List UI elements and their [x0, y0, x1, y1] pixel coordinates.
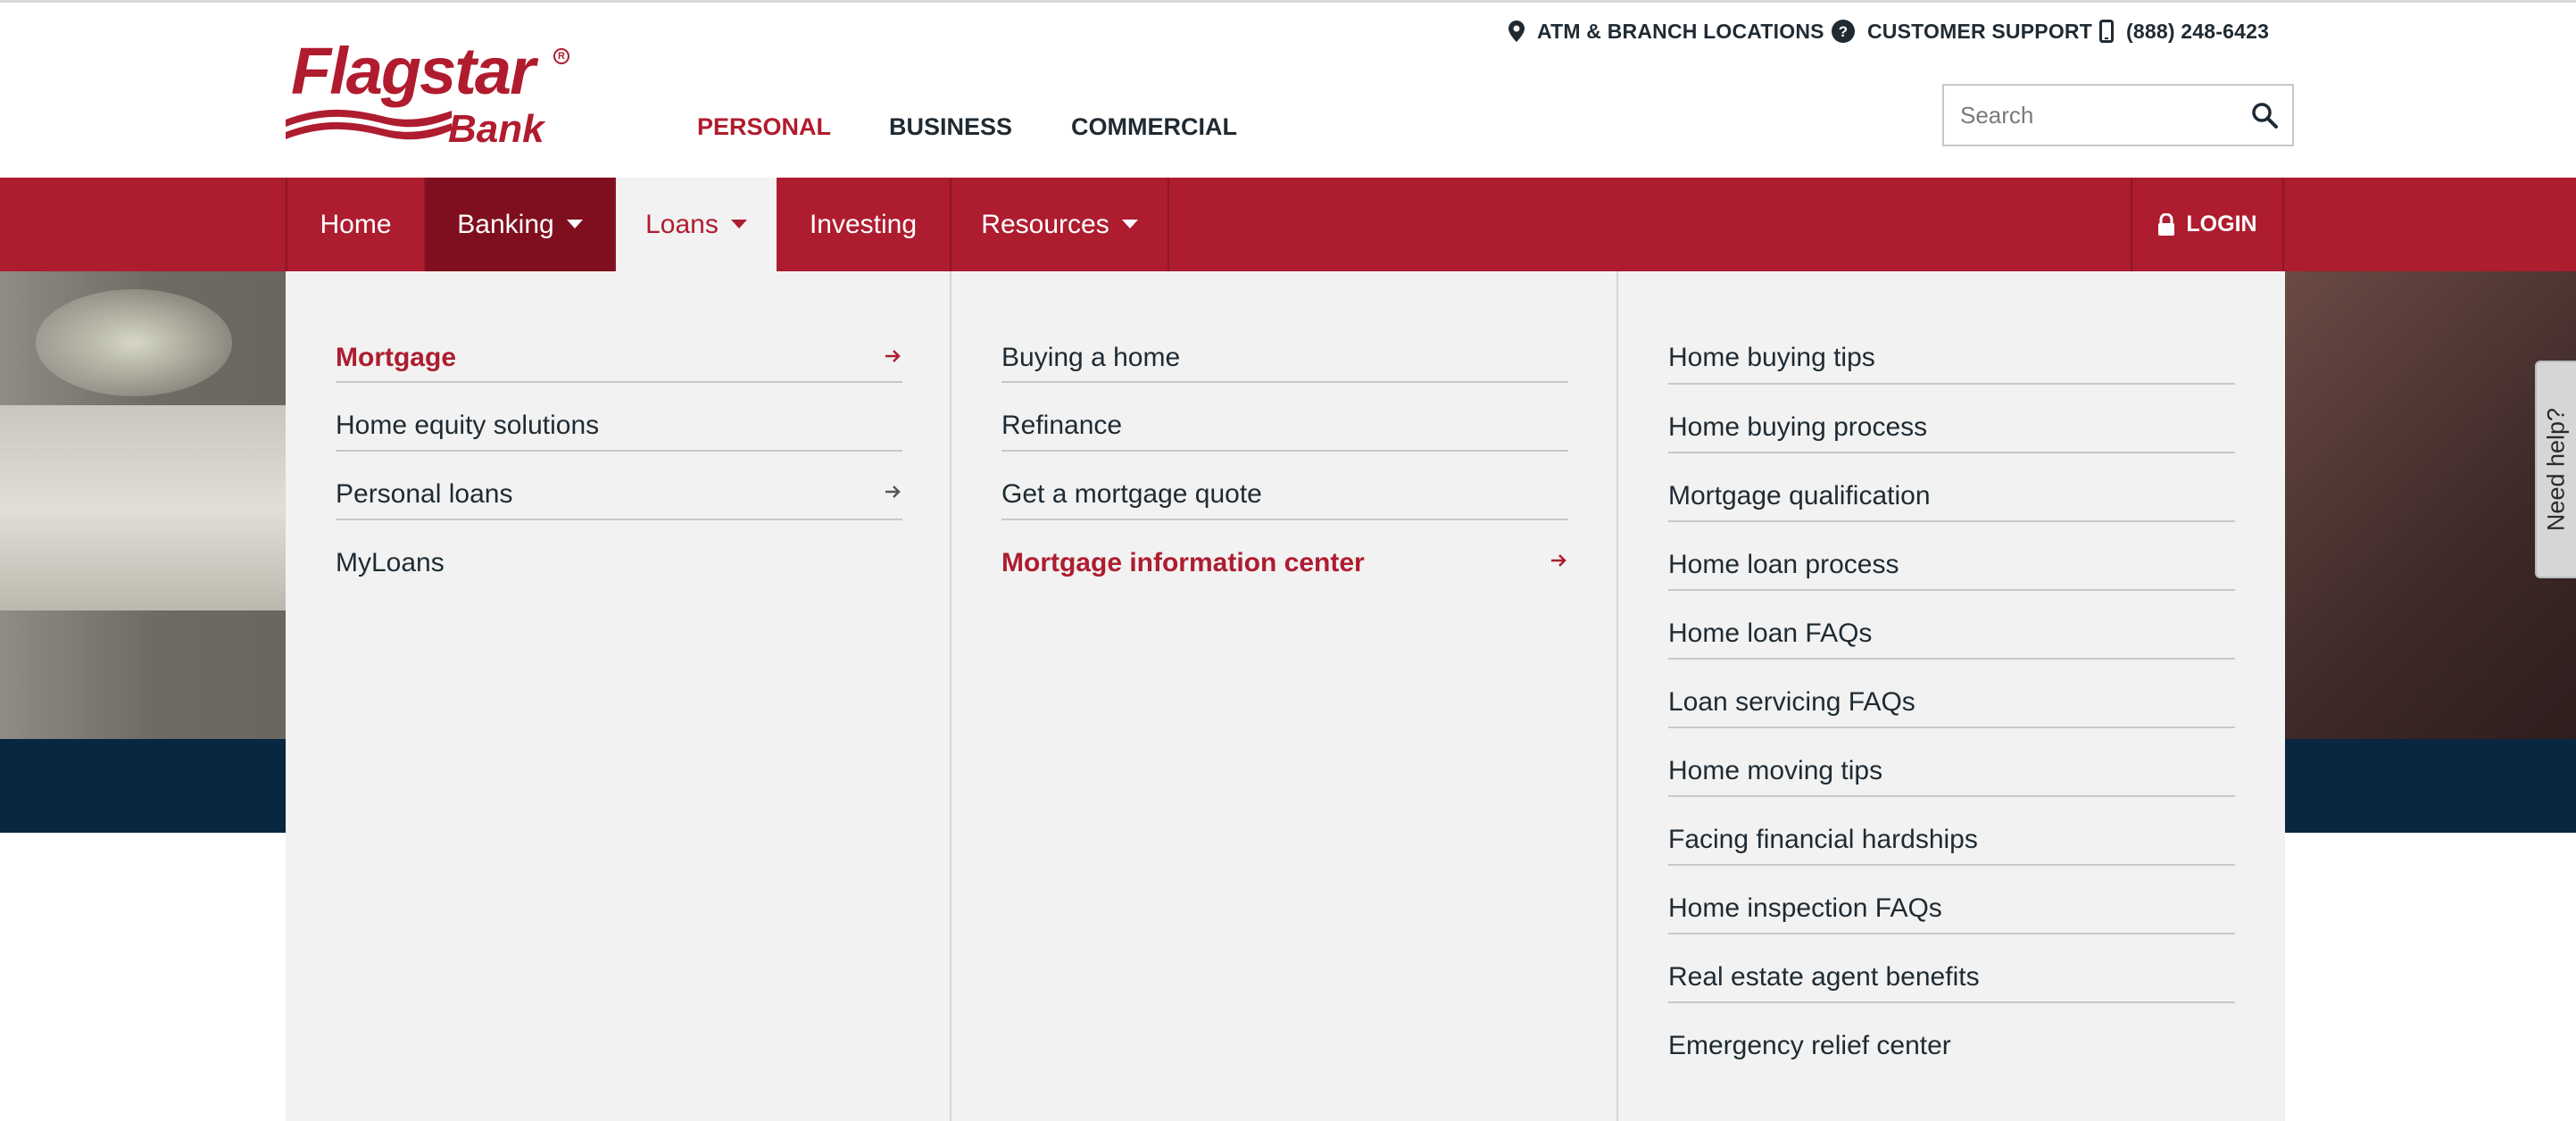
menu-item-home-loan-process[interactable]: Home loan process	[1668, 522, 2235, 591]
segment-personal-link[interactable]: PERSONAL	[697, 109, 831, 145]
arrow-right-icon	[885, 350, 901, 362]
menu-item-emergency-relief[interactable]: Emergency relief center	[1668, 1003, 2235, 1072]
login-label: LOGIN	[2186, 212, 2257, 237]
mobile-phone-icon	[2099, 20, 2114, 43]
hero-blur	[36, 289, 232, 396]
top-rule	[0, 0, 2576, 3]
arrow-right-icon	[1551, 554, 1566, 567]
menu-item-personal-loans[interactable]: Personal loans	[336, 452, 902, 520]
nav-resources[interactable]: Resources	[951, 178, 1169, 271]
menu-item-label: Facing financial hardships	[1668, 825, 1978, 854]
menu-item-label: Home equity solutions	[336, 411, 600, 440]
mega-column-mortgage: Buying a home Refinance Get a mortgage q…	[951, 271, 1618, 1121]
menu-item-label: Loan servicing FAQs	[1668, 687, 1915, 717]
mega-column-info-center: Home buying tips Home buying process Mor…	[1618, 271, 2285, 1121]
logo-bank-text: Bank	[448, 107, 544, 151]
caret-down-icon	[566, 220, 583, 229]
menu-item-myloans[interactable]: MyLoans	[336, 520, 902, 589]
menu-item-label: Home buying process	[1668, 412, 1928, 442]
logo-wordmark: Flagstar	[291, 34, 536, 108]
menu-item-label: Get a mortgage quote	[1001, 479, 1262, 509]
menu-item-refinance[interactable]: Refinance	[1001, 383, 1568, 452]
map-pin-icon	[1508, 21, 1525, 42]
menu-item-mortgage-quote[interactable]: Get a mortgage quote	[1001, 452, 1568, 520]
menu-item-home-loan-faqs[interactable]: Home loan FAQs	[1668, 591, 2235, 660]
nav-banking[interactable]: Banking	[426, 178, 616, 271]
menu-item-label: Mortgage qualification	[1668, 481, 1931, 511]
nav-home-label: Home	[320, 210, 392, 239]
registered-mark-icon: R	[553, 48, 569, 64]
menu-item-label: Real estate agent benefits	[1668, 962, 1980, 992]
help-circle-icon: ?	[1832, 20, 1855, 43]
lock-icon	[2158, 212, 2175, 236]
customer-support-label: CUSTOMER SUPPORT	[1867, 19, 2092, 43]
menu-item-home-buying-process[interactable]: Home buying process	[1668, 385, 2235, 453]
segment-business-link[interactable]: BUSINESS	[889, 109, 1012, 145]
nav-investing-label: Investing	[809, 210, 918, 239]
atm-branch-label: ATM & BRANCH LOCATIONS	[1537, 19, 1824, 43]
menu-item-label: Mortgage information center	[1001, 548, 1365, 577]
search-icon[interactable]	[2249, 100, 2280, 130]
nav-investing[interactable]: Investing	[777, 178, 951, 271]
menu-item-home-inspection-faqs[interactable]: Home inspection FAQs	[1668, 866, 2235, 934]
menu-item-home-buying-tips[interactable]: Home buying tips	[1668, 316, 2235, 385]
menu-item-home-moving-tips[interactable]: Home moving tips	[1668, 728, 2235, 797]
menu-item-label: Home inspection FAQs	[1668, 893, 1942, 923]
menu-item-mortgage[interactable]: Mortgage	[336, 316, 902, 383]
hero-right-shade	[2285, 271, 2576, 739]
nav-loans[interactable]: Loans	[616, 178, 777, 271]
menu-item-loan-servicing-faqs[interactable]: Loan servicing FAQs	[1668, 660, 2235, 728]
menu-item-label: Buying a home	[1001, 343, 1181, 372]
menu-item-label: Refinance	[1001, 411, 1123, 440]
mega-column-products: Mortgage Home equity solutions Personal …	[286, 271, 951, 1121]
menu-item-agent-benefits[interactable]: Real estate agent benefits	[1668, 934, 2235, 1003]
menu-item-label: Home buying tips	[1668, 343, 1875, 372]
login-button[interactable]: LOGIN	[2131, 178, 2284, 271]
nav-home[interactable]: Home	[286, 178, 426, 271]
search-input[interactable]	[1944, 86, 2239, 145]
loans-mega-menu: Mortgage Home equity solutions Personal …	[286, 271, 2285, 1121]
phone-link[interactable]: (888) 248-6423	[2099, 16, 2269, 46]
menu-item-label: MyLoans	[336, 548, 445, 577]
search-box	[1942, 84, 2294, 146]
phone-number-label: (888) 248-6423	[2126, 19, 2270, 43]
customer-support-link[interactable]: ? CUSTOMER SUPPORT	[1832, 16, 2092, 46]
menu-item-label: Home loan FAQs	[1668, 619, 1873, 648]
nav-resources-label: Resources	[981, 210, 1109, 239]
main-navigation: Home Banking Loans Investing Resources L…	[0, 178, 2576, 271]
arrow-right-icon	[885, 486, 901, 498]
atm-branch-locations-link[interactable]: ATM & BRANCH LOCATIONS	[1508, 16, 1824, 46]
flagstar-logo[interactable]: Flagstar R Bank	[284, 36, 578, 152]
nav-banking-label: Banking	[457, 210, 554, 239]
menu-item-mortgage-qualification[interactable]: Mortgage qualification	[1668, 453, 2235, 522]
menu-item-label: Emergency relief center	[1668, 1031, 1951, 1060]
caret-down-icon	[1121, 220, 1138, 229]
nav-loans-label: Loans	[645, 210, 719, 239]
need-help-label: Need help?	[2542, 407, 2570, 532]
need-help-tab[interactable]: Need help?	[2535, 361, 2576, 578]
menu-item-label: Home moving tips	[1668, 756, 1883, 785]
menu-item-label: Home loan process	[1668, 550, 1899, 579]
segment-commercial-link[interactable]: COMMERCIAL	[1071, 109, 1237, 145]
menu-item-financial-hardships[interactable]: Facing financial hardships	[1668, 797, 2235, 866]
flag-swoosh-icon	[286, 109, 452, 140]
menu-item-mortgage-info-center[interactable]: Mortgage information center	[1001, 520, 1568, 589]
caret-down-icon	[730, 220, 747, 229]
menu-item-home-equity[interactable]: Home equity solutions	[336, 383, 902, 452]
svg-text:?: ?	[1839, 23, 1849, 40]
menu-item-label: Personal loans	[336, 479, 513, 509]
menu-item-buying-a-home[interactable]: Buying a home	[1001, 316, 1568, 383]
menu-item-label: Mortgage	[336, 343, 456, 372]
hero-papers	[0, 405, 286, 610]
